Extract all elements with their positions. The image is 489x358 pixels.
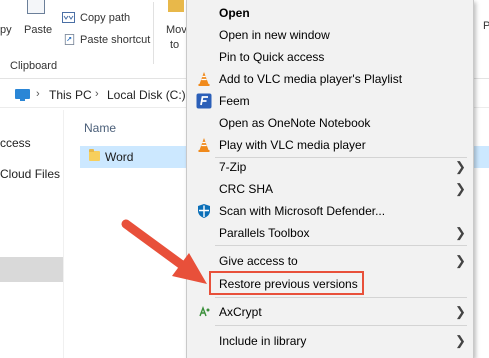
menu-separator <box>215 325 467 326</box>
move-to-icon <box>168 0 184 12</box>
menu-item-scan-defender[interactable]: Scan with Microsoft Defender... <box>187 200 473 222</box>
ribbon-overflow-text: P <box>483 20 489 32</box>
menu-item-label: Play with VLC media player <box>219 138 366 152</box>
breadcrumb-local-disk[interactable]: Local Disk (C:) <box>107 88 186 102</box>
paste-button[interactable]: Paste <box>24 24 52 36</box>
copy-button-partial[interactable]: py <box>0 24 12 36</box>
move-to-button[interactable]: Mov <box>166 24 187 36</box>
ribbon-divider <box>153 2 154 64</box>
nav-item-cloud-files[interactable]: Cloud Files <box>0 167 60 181</box>
annotation-highlight-box <box>209 271 364 295</box>
column-header-name[interactable]: Name <box>84 121 116 135</box>
context-menu: Open Open in new window Pin to Quick acc… <box>186 0 474 358</box>
menu-item-7zip[interactable]: 7-Zip ❯ <box>187 156 473 178</box>
menu-item-label: Open as OneNote Notebook <box>219 116 371 130</box>
menu-item-label: 7-Zip <box>219 160 247 174</box>
paste-shortcut-icon <box>64 34 75 45</box>
menu-item-label: Give access to <box>219 254 298 268</box>
nav-item-quick-access[interactable]: ccess <box>0 136 31 150</box>
this-pc-icon <box>15 89 30 101</box>
breadcrumb-chevron-icon[interactable]: › <box>95 88 99 100</box>
menu-item-crc-sha[interactable]: CRC SHA ❯ <box>187 178 473 200</box>
menu-item-axcrypt[interactable]: AxCrypt ❯ <box>187 301 473 323</box>
feem-icon <box>196 93 212 109</box>
menu-item-label: Open in new window <box>219 28 330 42</box>
menu-item-open[interactable]: Open <box>187 2 473 24</box>
menu-item-feem[interactable]: Feem <box>187 90 473 112</box>
menu-item-give-access[interactable]: Give access to ❯ <box>187 250 473 272</box>
chevron-right-icon: ❯ <box>455 225 466 240</box>
menu-item-onenote[interactable]: Open as OneNote Notebook <box>187 112 473 134</box>
menu-item-vlc-play[interactable]: Play with VLC media player <box>187 134 473 156</box>
folder-icon <box>89 149 100 161</box>
chevron-right-icon: ❯ <box>455 253 466 268</box>
move-to-button-line2: to <box>170 39 180 51</box>
menu-item-open-new-window[interactable]: Open in new window <box>187 24 473 46</box>
vlc-cone-icon <box>198 138 210 152</box>
copy-path-icon <box>62 12 75 23</box>
menu-item-pin-quick-access[interactable]: Pin to Quick access <box>187 46 473 68</box>
menu-item-label: Open <box>219 6 250 20</box>
vlc-cone-icon <box>198 72 210 86</box>
menu-item-include-in-library[interactable]: Include in library ❯ <box>187 330 473 352</box>
chevron-right-icon: ❯ <box>455 333 466 348</box>
menu-item-label: AxCrypt <box>219 305 262 319</box>
copy-path-button[interactable]: Copy path <box>80 12 130 24</box>
paste-icon <box>27 0 45 14</box>
menu-item-label: Feem <box>219 94 250 108</box>
clipboard-group-label: Clipboard <box>10 60 58 72</box>
menu-separator <box>215 245 467 246</box>
defender-shield-icon <box>198 204 210 218</box>
menu-item-label: Pin to Quick access <box>219 50 325 64</box>
chevron-right-icon: ❯ <box>455 181 466 196</box>
breadcrumb-this-pc[interactable]: This PC <box>49 88 92 102</box>
axcrypt-icon <box>199 306 210 317</box>
nav-item-selected[interactable] <box>0 257 63 282</box>
breadcrumb-chevron-icon[interactable]: › <box>36 88 40 100</box>
chevron-right-icon: ❯ <box>455 159 466 174</box>
menu-item-label: Scan with Microsoft Defender... <box>219 204 386 218</box>
menu-separator <box>215 297 467 298</box>
file-name[interactable]: Word <box>105 150 133 164</box>
menu-item-label: Include in library <box>219 334 307 348</box>
menu-item-label: Parallels Toolbox <box>219 226 310 240</box>
chevron-right-icon: ❯ <box>455 304 466 319</box>
menu-item-label: Add to VLC media player's Playlist <box>219 72 403 86</box>
menu-item-label: CRC SHA <box>219 182 274 196</box>
menu-item-vlc-playlist[interactable]: Add to VLC media player's Playlist <box>187 68 473 90</box>
menu-item-parallels-toolbox[interactable]: Parallels Toolbox ❯ <box>187 222 473 244</box>
paste-shortcut-button[interactable]: Paste shortcut <box>80 34 150 46</box>
